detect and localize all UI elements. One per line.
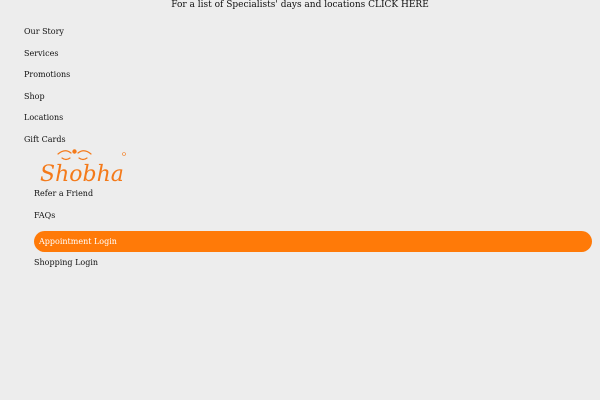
nav-item-promotions[interactable]: Promotions	[24, 69, 70, 91]
announcement-text: For a list of Specialists' days and loca…	[171, 0, 366, 10]
nav-item-shop[interactable]: Shop	[24, 91, 70, 113]
primary-nav: Our Story Services Promotions Shop Locat…	[24, 26, 70, 156]
appointment-login-button[interactable]: Appointment Login	[34, 231, 592, 252]
shopping-login-link[interactable]: Shopping Login	[34, 257, 592, 279]
shobha-logo-icon: Shobha	[40, 149, 126, 187]
shobha-logo[interactable]: Shobha	[38, 148, 130, 187]
secondary-nav: Refer a Friend FAQs Appointment Login Sh…	[34, 188, 592, 279]
nav-item-faqs[interactable]: FAQs	[34, 210, 592, 232]
nav-item-services[interactable]: Services	[24, 48, 70, 70]
announcement-bar: For a list of Specialists' days and loca…	[0, 0, 600, 11]
click-here-link[interactable]: CLICK HERE	[368, 0, 429, 10]
logo-wordmark: Shobha	[40, 162, 124, 186]
nav-item-refer-a-friend[interactable]: Refer a Friend	[34, 188, 592, 210]
nav-item-locations[interactable]: Locations	[24, 112, 70, 134]
nav-item-our-story[interactable]: Our Story	[24, 26, 70, 48]
